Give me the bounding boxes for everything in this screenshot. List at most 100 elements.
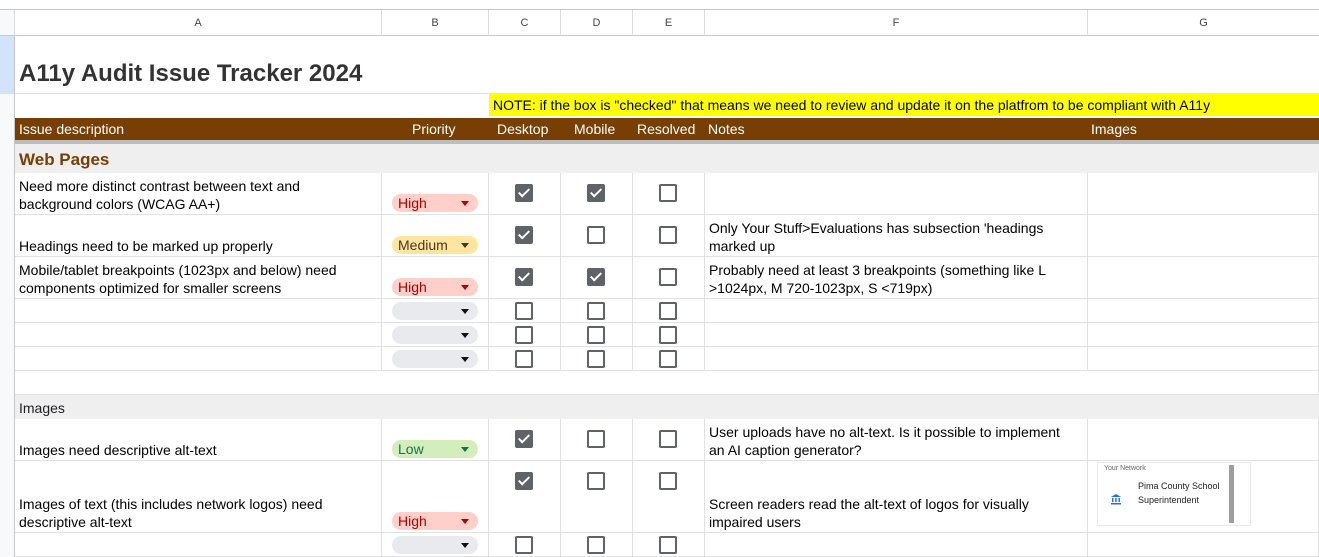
note-banner[interactable]: NOTE: if the box is "checked" that means… (489, 94, 1319, 116)
cell-g[interactable] (1088, 299, 1319, 323)
column-header-d[interactable]: D (561, 10, 633, 36)
priority-dropdown[interactable] (392, 350, 478, 368)
thumbnail-scrollbar (1229, 465, 1234, 523)
mobile-checkbox[interactable] (587, 536, 605, 554)
desktop-checkbox[interactable] (515, 226, 533, 244)
network-logo-screenshot[interactable]: Your Network Pima County School Superint… (1097, 462, 1251, 526)
header-priority[interactable]: Priority (412, 118, 456, 140)
resolved-checkbox[interactable] (659, 350, 677, 368)
header-mobile[interactable]: Mobile (574, 118, 615, 140)
chevron-down-icon (461, 285, 469, 290)
cell-f[interactable] (705, 533, 1088, 557)
section-title-web-pages: Web Pages (19, 150, 110, 169)
resolved-checkbox[interactable] (659, 536, 677, 554)
cell-f[interactable] (705, 323, 1088, 347)
mobile-checkbox[interactable] (587, 472, 605, 490)
column-header-a[interactable]: A (15, 10, 382, 36)
issue-description: Images need descriptive alt-text (19, 442, 217, 458)
mobile-checkbox[interactable] (587, 268, 605, 286)
table-header-row: Issue description Priority Desktop Mobil… (15, 118, 1319, 140)
mobile-checkbox[interactable] (587, 326, 605, 344)
cell-a[interactable] (15, 323, 382, 347)
cell-a[interactable] (15, 533, 382, 557)
cell-g[interactable] (1088, 257, 1319, 299)
desktop-checkbox[interactable] (515, 326, 533, 344)
issue-description: Need more distinct contrast between text… (19, 178, 300, 212)
mobile-checkbox[interactable] (587, 184, 605, 202)
cell-a[interactable] (15, 299, 382, 323)
resolved-checkbox[interactable] (659, 184, 677, 202)
section-title-images: Images (19, 400, 65, 416)
priority-dropdown[interactable] (392, 302, 478, 320)
desktop-checkbox[interactable] (515, 184, 533, 202)
mobile-checkbox[interactable] (587, 302, 605, 320)
section-images[interactable]: Images (15, 395, 1319, 419)
header-resolved[interactable]: Resolved (637, 118, 695, 140)
toolbar-edge (0, 0, 1319, 10)
cell-a[interactable] (15, 347, 382, 371)
cell-f[interactable] (705, 299, 1088, 323)
resolved-checkbox[interactable] (659, 302, 677, 320)
priority-value: High (398, 279, 427, 295)
cell-g[interactable] (1088, 323, 1319, 347)
desktop-checkbox[interactable] (515, 268, 533, 286)
priority-dropdown[interactable]: High (392, 512, 478, 530)
desktop-checkbox[interactable] (515, 536, 533, 554)
cell-f[interactable] (705, 173, 1088, 215)
issue-description: Mobile/tablet breakpoints (1023px and be… (19, 262, 337, 296)
issue-description: Images of text (this includes network lo… (19, 496, 323, 530)
chevron-down-icon (461, 309, 469, 314)
header-notes[interactable]: Notes (708, 118, 745, 140)
resolved-checkbox[interactable] (659, 268, 677, 286)
cell-g[interactable] (1088, 173, 1319, 215)
resolved-checkbox[interactable] (659, 472, 677, 490)
organization-name: Pima County School Superintendent (1138, 481, 1220, 505)
column-header-e[interactable]: E (633, 10, 705, 36)
cell-g[interactable] (1088, 347, 1319, 371)
row-header-selected[interactable] (0, 36, 15, 94)
chevron-down-icon (461, 447, 469, 452)
desktop-checkbox[interactable] (515, 430, 533, 448)
column-header-c[interactable]: C (489, 10, 561, 36)
cell-g[interactable] (1088, 215, 1319, 257)
desktop-checkbox[interactable] (515, 302, 533, 320)
cell-f[interactable] (705, 347, 1088, 371)
header-issue-description[interactable]: Issue description (19, 118, 124, 140)
row-header[interactable] (0, 94, 15, 557)
blank-row[interactable] (15, 371, 1319, 395)
mobile-checkbox[interactable] (587, 430, 605, 448)
chevron-down-icon (461, 243, 469, 248)
network-label: Your Network (1104, 465, 1146, 472)
column-header-b[interactable]: B (382, 10, 489, 36)
header-desktop[interactable]: Desktop (497, 118, 548, 140)
sheet-title: A11y Audit Issue Tracker 2024 (19, 60, 363, 87)
priority-dropdown[interactable]: Low (392, 440, 478, 458)
section-web-pages[interactable]: Web Pages (15, 144, 1319, 173)
column-header-g[interactable]: G (1088, 10, 1319, 36)
desktop-checkbox[interactable] (515, 472, 533, 490)
mobile-checkbox[interactable] (587, 350, 605, 368)
priority-value: High (398, 195, 427, 211)
desktop-checkbox[interactable] (515, 350, 533, 368)
priority-dropdown[interactable]: High (392, 278, 478, 296)
priority-dropdown[interactable] (392, 326, 478, 344)
column-header-f[interactable]: F (705, 10, 1088, 36)
priority-dropdown[interactable]: Medium (392, 236, 478, 254)
resolved-checkbox[interactable] (659, 430, 677, 448)
corner-cell[interactable] (0, 10, 15, 36)
cell-g[interactable] (1088, 419, 1319, 461)
header-images[interactable]: Images (1091, 118, 1137, 140)
priority-dropdown[interactable] (392, 536, 478, 554)
chevron-down-icon (461, 519, 469, 524)
resolved-checkbox[interactable] (659, 326, 677, 344)
priority-value: Medium (398, 237, 448, 253)
resolved-checkbox[interactable] (659, 226, 677, 244)
priority-value: High (398, 513, 427, 529)
issue-description: Headings need to be marked up properly (19, 238, 273, 254)
priority-dropdown[interactable]: High (392, 194, 478, 212)
cell-g[interactable] (1088, 533, 1319, 557)
mobile-checkbox[interactable] (587, 226, 605, 244)
chevron-down-icon (461, 201, 469, 206)
courthouse-icon (1111, 494, 1121, 505)
chevron-down-icon (461, 333, 469, 338)
